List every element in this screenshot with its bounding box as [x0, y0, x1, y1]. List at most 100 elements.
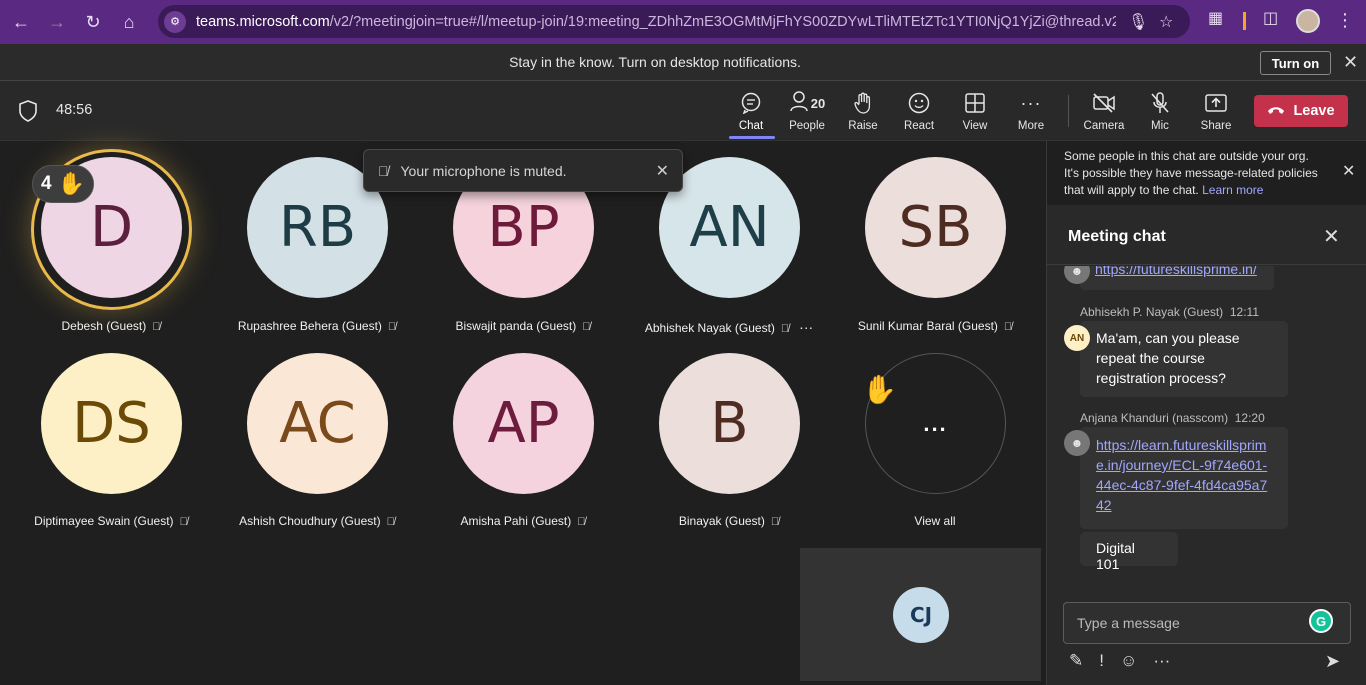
participant-name: Debesh (Guest) 🎙̸: [61, 319, 161, 333]
address-bar[interactable]: ⚙ teams.microsoft.com/v2/?meetingjoin=tr…: [158, 5, 1190, 38]
meeting-chat-panel: Some people in this chat are outside you…: [1046, 141, 1366, 685]
people-count: 20: [810, 95, 826, 111]
participant-name: Binayak (Guest) 🎙̸: [678, 514, 780, 528]
mic-off-icon: 🎙̸: [1003, 321, 1013, 333]
site-info-icon[interactable]: ⚙: [164, 10, 186, 33]
more-button[interactable]: ··· More: [1003, 91, 1059, 133]
more-options-icon[interactable]: ···: [1153, 651, 1170, 671]
react-button[interactable]: React: [891, 91, 947, 132]
leave-label: Leave: [1293, 103, 1335, 119]
close-icon[interactable]: ✕: [1343, 52, 1358, 73]
message-sender: Abhisekh P. Nayak (Guest) 12:11: [1080, 305, 1259, 319]
participant-avatar[interactable]: AC: [247, 353, 388, 494]
emoji-icon[interactable]: ☺: [1120, 651, 1137, 671]
external-org-banner: Some people in this chat are outside you…: [1047, 141, 1366, 205]
mic-off-icon: 🎙̸: [770, 516, 780, 528]
raised-hand-icon: ✋: [862, 374, 897, 405]
raise-order-number: 4: [41, 173, 52, 194]
format-icon[interactable]: ✎: [1069, 651, 1083, 671]
message-input[interactable]: Type a message G: [1063, 602, 1351, 644]
toolbar-divider: [1068, 95, 1069, 127]
people-label: People: [789, 120, 825, 132]
participant-avatar[interactable]: B: [659, 353, 800, 494]
important-icon[interactable]: !: [1099, 651, 1104, 671]
browser-toolbar: ← → ↻ ⌂ ⚙ teams.microsoft.com/v2/?meetin…: [0, 0, 1366, 44]
reload-icon[interactable]: ↻: [75, 4, 111, 40]
participant-name: Diptimayee Swain (Guest) 🎙̸: [34, 514, 188, 528]
send-icon[interactable]: ➤: [1325, 651, 1340, 672]
close-icon[interactable]: ✕: [1342, 163, 1355, 180]
hand-icon: [835, 91, 891, 115]
grid-icon: [947, 91, 1003, 115]
url-text[interactable]: teams.microsoft.com/v2/?meetingjoin=true…: [196, 14, 1116, 30]
side-panel-icon[interactable]: ◫: [1263, 8, 1278, 28]
mic-off-icon: 🎙̸: [152, 321, 161, 333]
microphone-icon[interactable]: 🎙: [1128, 12, 1148, 32]
participant-name: Rupashree Behera (Guest) 🎙̸: [237, 319, 397, 333]
shield-icon[interactable]: [18, 100, 38, 122]
self-avatar: CJ: [893, 587, 949, 643]
view-button[interactable]: View: [947, 91, 1003, 132]
grammarly-icon[interactable]: G: [1309, 609, 1333, 633]
mic-off-icon: 🎙̸: [179, 516, 188, 528]
extension-indicator: [1243, 12, 1246, 30]
participant-avatar[interactable]: SB: [865, 157, 1006, 298]
mic-muted-toast: 🎙̸ Your microphone is muted. ✕: [363, 149, 683, 192]
home-icon[interactable]: ⌂: [111, 4, 147, 40]
camera-button[interactable]: Camera: [1076, 91, 1132, 132]
mic-off-icon: 🎙̸: [387, 321, 397, 333]
react-label: React: [903, 120, 935, 132]
chat-header: Meeting chat ✕: [1047, 205, 1366, 265]
self-video-tile[interactable]: CJ: [800, 548, 1041, 681]
mic-label: Mic: [1151, 120, 1169, 132]
browser-menu-icon[interactable]: ⋮: [1336, 10, 1354, 31]
message-sender: Anjana Khanduri (nasscom) 12:20: [1080, 411, 1265, 425]
mic-off-icon: 🎙̸: [386, 516, 395, 528]
smiley-icon: [891, 91, 947, 115]
mic-off-icon: [1132, 91, 1188, 115]
close-chat-icon[interactable]: ✕: [1323, 224, 1340, 249]
participant-avatar[interactable]: DS: [41, 353, 182, 494]
mic-off-icon: 🎙̸: [378, 162, 389, 179]
raised-hand-badge: 4 ✋: [32, 165, 94, 203]
message-link[interactable]: https://futureskillsprime.in/: [1095, 266, 1257, 277]
compose-placeholder: Type a message: [1077, 615, 1180, 631]
notification-bar: Stay in the know. Turn on desktop notifi…: [0, 44, 1366, 81]
chat-button[interactable]: Chat: [723, 91, 779, 132]
people-icon: [789, 90, 809, 117]
participant-name: Biswajit panda (Guest) 🎙̸: [455, 319, 591, 333]
view-all-label[interactable]: View all: [832, 514, 1038, 528]
leave-button[interactable]: Leave: [1254, 95, 1348, 127]
phone-hangup-icon: [1267, 103, 1285, 119]
participant-name: Ashish Choudhury (Guest) 🎙̸: [239, 514, 395, 528]
mic-off-icon: 🎙̸: [780, 323, 790, 335]
turn-on-button[interactable]: Turn on: [1260, 51, 1331, 75]
raise-hand-button[interactable]: Raise: [835, 91, 891, 132]
camera-off-icon: [1076, 91, 1132, 115]
meeting-timer: 48:56: [56, 102, 93, 118]
org-note-text: Some people in this chat are outside you…: [1064, 149, 1318, 197]
forward-icon[interactable]: →: [39, 4, 75, 40]
more-label: More: [1017, 120, 1045, 132]
meeting-toolbar: 48:56 Chat 20 People Raise React View ··…: [0, 81, 1366, 141]
bookmark-star-icon[interactable]: ☆: [1159, 12, 1173, 32]
people-button[interactable]: 20 People: [779, 90, 835, 132]
share-label: Share: [1200, 120, 1232, 132]
chat-message: https://futureskillsprime.in/: [1080, 266, 1274, 290]
profile-avatar[interactable]: [1296, 9, 1320, 33]
share-button[interactable]: Share: [1188, 91, 1244, 132]
message-link[interactable]: https://learn.futureskillsprime.in/journ…: [1096, 435, 1272, 515]
chat-label: Chat: [738, 120, 764, 132]
chat-icon: [723, 91, 779, 115]
participant-options-icon[interactable]: ···: [799, 319, 813, 335]
sender-avatar: AN: [1064, 325, 1090, 351]
learn-more-link[interactable]: Learn more: [1202, 183, 1263, 197]
extensions-icon[interactable]: ▦: [1208, 8, 1223, 28]
back-icon[interactable]: ←: [3, 4, 39, 40]
share-icon: [1188, 91, 1244, 115]
participant-avatar[interactable]: AP: [453, 353, 594, 494]
close-icon[interactable]: ✕: [656, 161, 669, 181]
mic-button[interactable]: Mic: [1132, 91, 1188, 132]
chat-messages[interactable]: https://futureskillsprime.in/ ☻ Abhisekh…: [1047, 266, 1366, 581]
chat-title: Meeting chat: [1068, 228, 1166, 245]
